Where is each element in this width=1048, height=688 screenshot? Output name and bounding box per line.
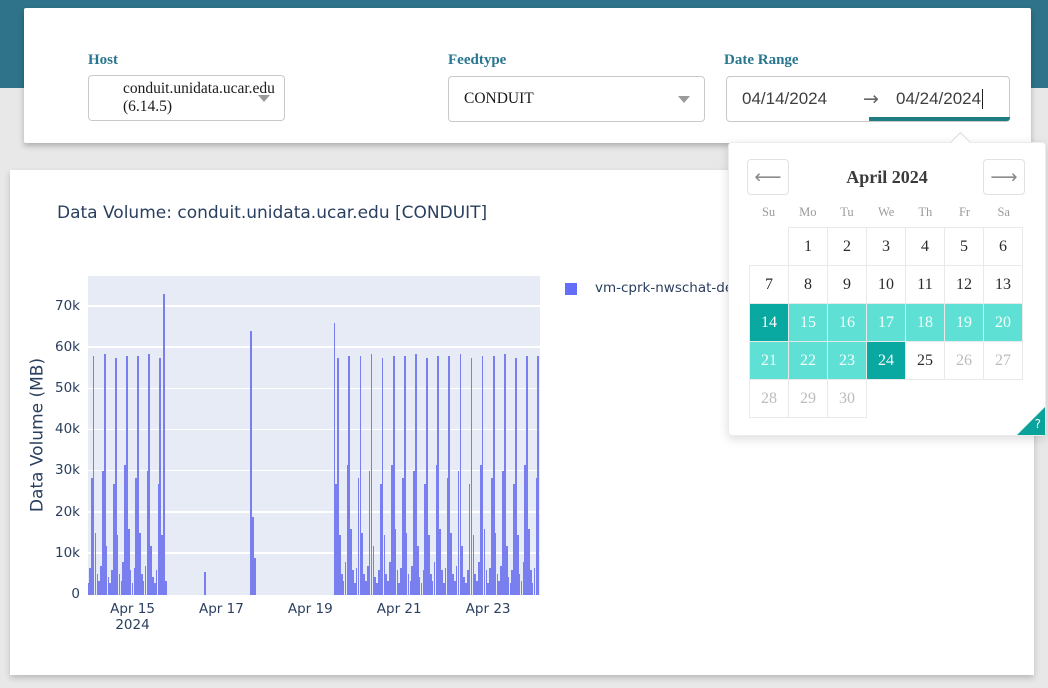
day-cell-18[interactable]: 18 — [906, 304, 945, 342]
y-tick-label: 30k — [10, 462, 80, 478]
x-tick-label: Apr 19 — [275, 601, 345, 617]
day-cell-23[interactable]: 23 — [828, 342, 867, 380]
end-date-input[interactable]: 04/24/2024 — [896, 89, 981, 109]
day-cell-3[interactable]: 3 — [867, 228, 906, 266]
weekday-label: Tu — [827, 205, 866, 220]
day-cell-4[interactable]: 4 — [906, 228, 945, 266]
y-tick-label: 70k — [10, 298, 80, 314]
gridline — [88, 305, 540, 306]
x-tick-label: Apr 23 — [453, 601, 523, 617]
data-bar — [165, 581, 167, 595]
chevron-down-icon — [258, 95, 270, 102]
day-cell-13[interactable]: 13 — [984, 266, 1023, 304]
x-tick-label: Apr 152024 — [98, 601, 168, 633]
feedtype-label: Feedtype — [448, 52, 506, 69]
weekday-label: Th — [906, 205, 945, 220]
day-cell-10[interactable]: 10 — [867, 266, 906, 304]
host-select[interactable]: conduit.unidata.ucar.edu (6.14.5) — [88, 75, 285, 121]
help-label: ? — [1035, 417, 1041, 431]
day-cell-29: 29 — [789, 380, 828, 418]
day-cell-9[interactable]: 9 — [828, 266, 867, 304]
day-cell-14[interactable]: 14 — [750, 304, 789, 342]
day-cell-26: 26 — [945, 342, 984, 380]
calendar-week-row: 282930 — [750, 380, 1023, 418]
weekday-label: We — [867, 205, 906, 220]
date-picker-popup: ⟵ April 2024 ⟶ SuMoTuWeThFrSa 1234567891… — [728, 142, 1046, 436]
weekday-label: Sa — [984, 205, 1023, 220]
calendar-grid: 1234567891011121314151617181920212223242… — [749, 227, 1023, 418]
day-cell-1[interactable]: 1 — [789, 228, 828, 266]
day-cell-19[interactable]: 19 — [945, 304, 984, 342]
arrow-right-icon: → — [854, 88, 888, 110]
plot-area[interactable] — [88, 276, 540, 595]
weekday-header-row: SuMoTuWeThFrSa — [749, 205, 1023, 220]
arrow-right-icon: ⟶ — [990, 166, 1017, 188]
day-cell-2[interactable]: 2 — [828, 228, 867, 266]
weekday-label: Fr — [945, 205, 984, 220]
y-tick-label: 40k — [10, 421, 80, 437]
focused-input-underline — [869, 117, 1010, 121]
day-cell-12[interactable]: 12 — [945, 266, 984, 304]
text-cursor — [982, 89, 983, 109]
day-cell-20[interactable]: 20 — [984, 304, 1023, 342]
day-cell-17[interactable]: 17 — [867, 304, 906, 342]
day-cell-16[interactable]: 16 — [828, 304, 867, 342]
feedtype-select-value: CONDUIT — [464, 90, 534, 108]
start-date-input[interactable]: 04/14/2024 — [742, 89, 854, 109]
host-label: Host — [88, 52, 118, 69]
day-cell-30: 30 — [828, 380, 867, 418]
day-cell-27: 27 — [984, 342, 1023, 380]
day-cell-28: 28 — [750, 380, 789, 418]
x-tick-label: Apr 17 — [186, 601, 256, 617]
day-cell-22[interactable]: 22 — [789, 342, 828, 380]
y-tick-label: 10k — [10, 545, 80, 561]
x-tick-label: Apr 21 — [364, 601, 434, 617]
day-cell-empty — [945, 380, 984, 418]
weekday-label: Mo — [788, 205, 827, 220]
day-cell-empty — [750, 228, 789, 266]
day-cell-7[interactable]: 7 — [750, 266, 789, 304]
weekday-label: Su — [749, 205, 788, 220]
data-bar — [204, 572, 206, 595]
legend-item[interactable]: vm-cprk-nwschat-dev- — [565, 280, 745, 296]
data-bar — [537, 356, 539, 595]
day-cell-8[interactable]: 8 — [789, 266, 828, 304]
data-bar — [163, 294, 165, 595]
day-cell-11[interactable]: 11 — [906, 266, 945, 304]
legend-label: vm-cprk-nwschat-dev- — [595, 280, 745, 296]
feedtype-select[interactable]: CONDUIT — [448, 76, 705, 122]
day-cell-25[interactable]: 25 — [906, 342, 945, 380]
y-tick-label: 0 — [10, 586, 80, 602]
next-month-button[interactable]: ⟶ — [983, 159, 1025, 195]
chart-title: Data Volume: conduit.unidata.ucar.edu [C… — [57, 203, 487, 223]
day-cell-empty — [906, 380, 945, 418]
calendar-week-row: 14151617181920 — [750, 304, 1023, 342]
y-tick-label: 20k — [10, 504, 80, 520]
calendar-week-row: 78910111213 — [750, 266, 1023, 304]
legend-swatch — [565, 283, 577, 295]
day-cell-15[interactable]: 15 — [789, 304, 828, 342]
help-button[interactable]: ? — [1017, 407, 1045, 435]
day-cell-empty — [867, 380, 906, 418]
date-range-label: Date Range — [724, 52, 799, 69]
calendar-week-row: 123456 — [750, 228, 1023, 266]
gridline — [88, 346, 540, 347]
data-bar — [254, 558, 256, 595]
day-cell-6[interactable]: 6 — [984, 228, 1023, 266]
day-cell-24[interactable]: 24 — [867, 342, 906, 380]
filter-bar: Host conduit.unidata.ucar.edu (6.14.5) F… — [24, 8, 1031, 143]
chevron-down-icon — [678, 96, 690, 103]
dashboard-screen: Host conduit.unidata.ucar.edu (6.14.5) F… — [0, 0, 1048, 688]
y-tick-label: 50k — [10, 380, 80, 396]
day-cell-5[interactable]: 5 — [945, 228, 984, 266]
day-cell-21[interactable]: 21 — [750, 342, 789, 380]
calendar-week-row: 21222324252627 — [750, 342, 1023, 380]
y-tick-label: 60k — [10, 339, 80, 355]
date-range-picker[interactable]: 04/14/2024 → 04/24/2024 — [726, 76, 1010, 122]
